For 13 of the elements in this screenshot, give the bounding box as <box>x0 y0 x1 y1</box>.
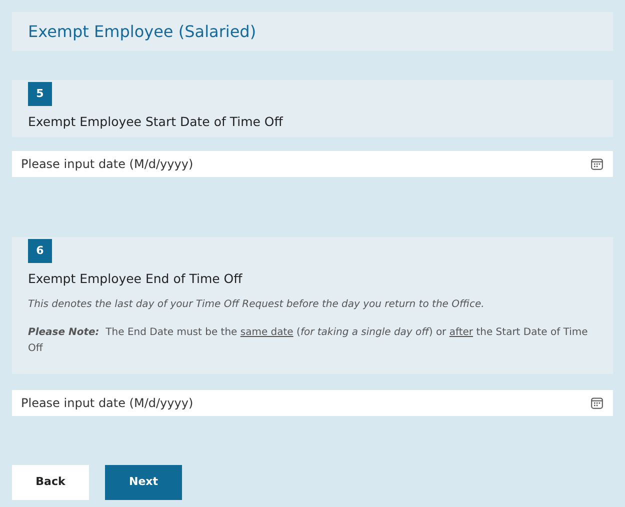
section-title: Exempt Employee (Salaried) <box>28 20 256 42</box>
back-button[interactable]: Back <box>12 464 89 500</box>
calendar-icon[interactable] <box>591 158 603 170</box>
question-description: This denotes the last day of your Time Off Request before the day you return to the Office. <box>28 298 486 312</box>
question-title: Exempt Employee End of Time Off <box>28 270 244 288</box>
next-button[interactable]: Next <box>105 464 182 500</box>
question-title: Exempt Employee Start Date of Time Off <box>28 113 284 131</box>
question-number: 5 <box>28 82 52 106</box>
date-field[interactable]: Please input date (M/d/yyyy) <box>12 150 613 177</box>
date-field[interactable]: Please input date (M/d/yyyy) <box>12 390 613 416</box>
note-text: Please Note: The End Date must be the same date (for taking a single day off) or after the Start Date of Time Off <box>28 326 589 356</box>
question-number: 6 <box>28 238 52 263</box>
calendar-icon[interactable] <box>591 396 603 408</box>
